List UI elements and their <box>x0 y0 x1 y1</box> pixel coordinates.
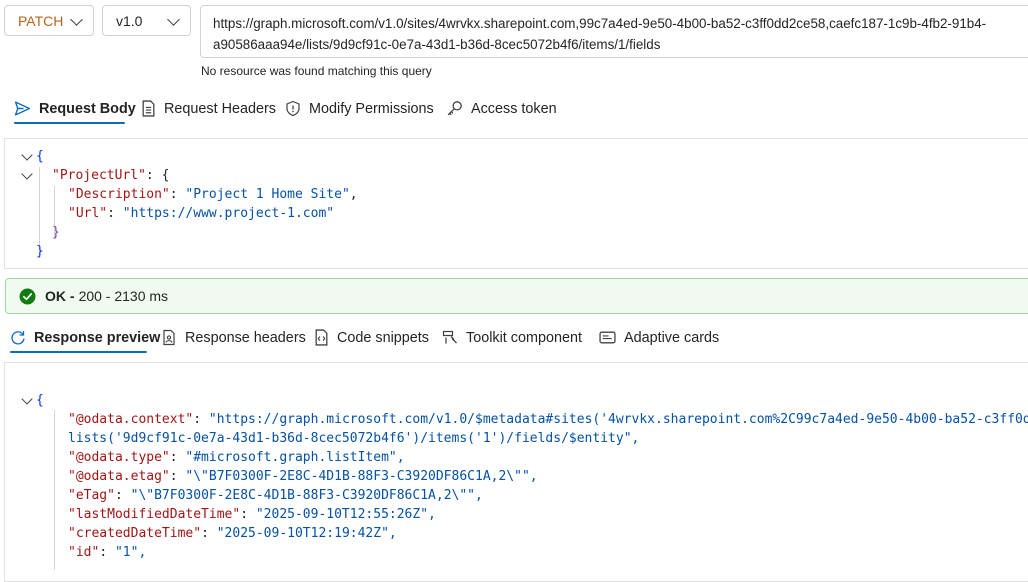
tab-request-headers[interactable]: Request Headers <box>141 100 276 117</box>
code-document-icon <box>314 329 329 346</box>
key-icon <box>446 100 463 117</box>
json-line: "Url": "https://www.project-1.com" <box>68 206 335 221</box>
tab-label: Toolkit component <box>466 329 582 346</box>
refresh-preview-icon <box>10 329 26 346</box>
method-select[interactable]: PATCH <box>4 5 94 36</box>
json-open-brace: { <box>36 149 44 164</box>
tab-adaptive-cards[interactable]: Adaptive cards <box>599 329 719 346</box>
json-line: "@odata.type": "#microsoft.graph.listIte… <box>68 450 405 465</box>
tab-code-snippets[interactable]: Code snippets <box>314 329 429 346</box>
status-detail: 200 - 2130 ms <box>78 288 169 304</box>
method-label: PATCH <box>18 12 64 29</box>
indent-guide <box>54 410 55 570</box>
shield-icon <box>285 100 301 117</box>
json-close-brace: } <box>52 225 60 240</box>
json-line: "ProjectUrl": { <box>52 168 170 183</box>
tab-response-preview[interactable]: Response preview <box>10 329 160 346</box>
tab-label: Modify Permissions <box>309 100 434 117</box>
chevron-down-icon <box>167 12 180 26</box>
tab-access-token[interactable]: Access token <box>446 100 557 117</box>
success-check-icon <box>19 288 36 305</box>
json-open-brace: { <box>36 393 44 408</box>
version-label: v1.0 <box>116 12 143 29</box>
tab-label: Code snippets <box>337 329 430 346</box>
tab-request-body[interactable]: Request Body <box>14 100 136 117</box>
json-close-brace: } <box>36 244 44 259</box>
tab-response-headers[interactable]: Response headers <box>161 329 306 346</box>
json-line: "lastModifiedDateTime": "2025-09-10T12:5… <box>68 507 436 522</box>
json-line: "createdDateTime": "2025-09-10T12:19:42Z… <box>68 526 397 541</box>
status-bar: OK - 200 - 2130 ms <box>5 278 1028 314</box>
tab-label: Access token <box>471 100 557 117</box>
selected-tab-indicator <box>14 122 125 124</box>
selected-tab-indicator <box>10 351 147 353</box>
wrench-icon <box>442 329 458 346</box>
url-hint: No resource was found matching this quer… <box>201 64 432 78</box>
document-person-icon <box>161 329 177 346</box>
url-input[interactable]: https://graph.microsoft.com/v1.0/sites/4… <box>200 5 1028 58</box>
status-ok: OK - <box>45 288 75 304</box>
tab-label: Response preview <box>34 329 161 346</box>
json-line: lists('9d9cf91c-0e7a-43d1-b36d-8cec5072b… <box>68 431 640 446</box>
chevron-down-icon <box>70 12 83 26</box>
send-icon <box>14 100 31 117</box>
json-line: "eTag": "\"B7F0300F-2E8C-4D1B-88F3-C3920… <box>68 488 483 503</box>
tab-toolkit-component[interactable]: Toolkit component <box>442 329 582 346</box>
tab-label: Request Headers <box>164 100 276 117</box>
json-line: "@odata.context": "https://graph.microso… <box>68 412 1028 427</box>
version-select[interactable]: v1.0 <box>102 5 191 36</box>
json-line: "Description": "Project 1 Home Site", <box>68 187 358 202</box>
card-icon <box>599 329 616 346</box>
tab-label: Request Body <box>39 100 136 117</box>
tab-label: Response headers <box>185 329 306 346</box>
json-line: "@odata.etag": "\"B7F0300F-2E8C-4D1B-88F… <box>68 469 538 484</box>
document-icon <box>141 100 156 117</box>
tab-label: Adaptive cards <box>624 329 720 346</box>
json-line: "id": "1", <box>68 545 147 560</box>
tab-modify-permissions[interactable]: Modify Permissions <box>285 100 434 117</box>
